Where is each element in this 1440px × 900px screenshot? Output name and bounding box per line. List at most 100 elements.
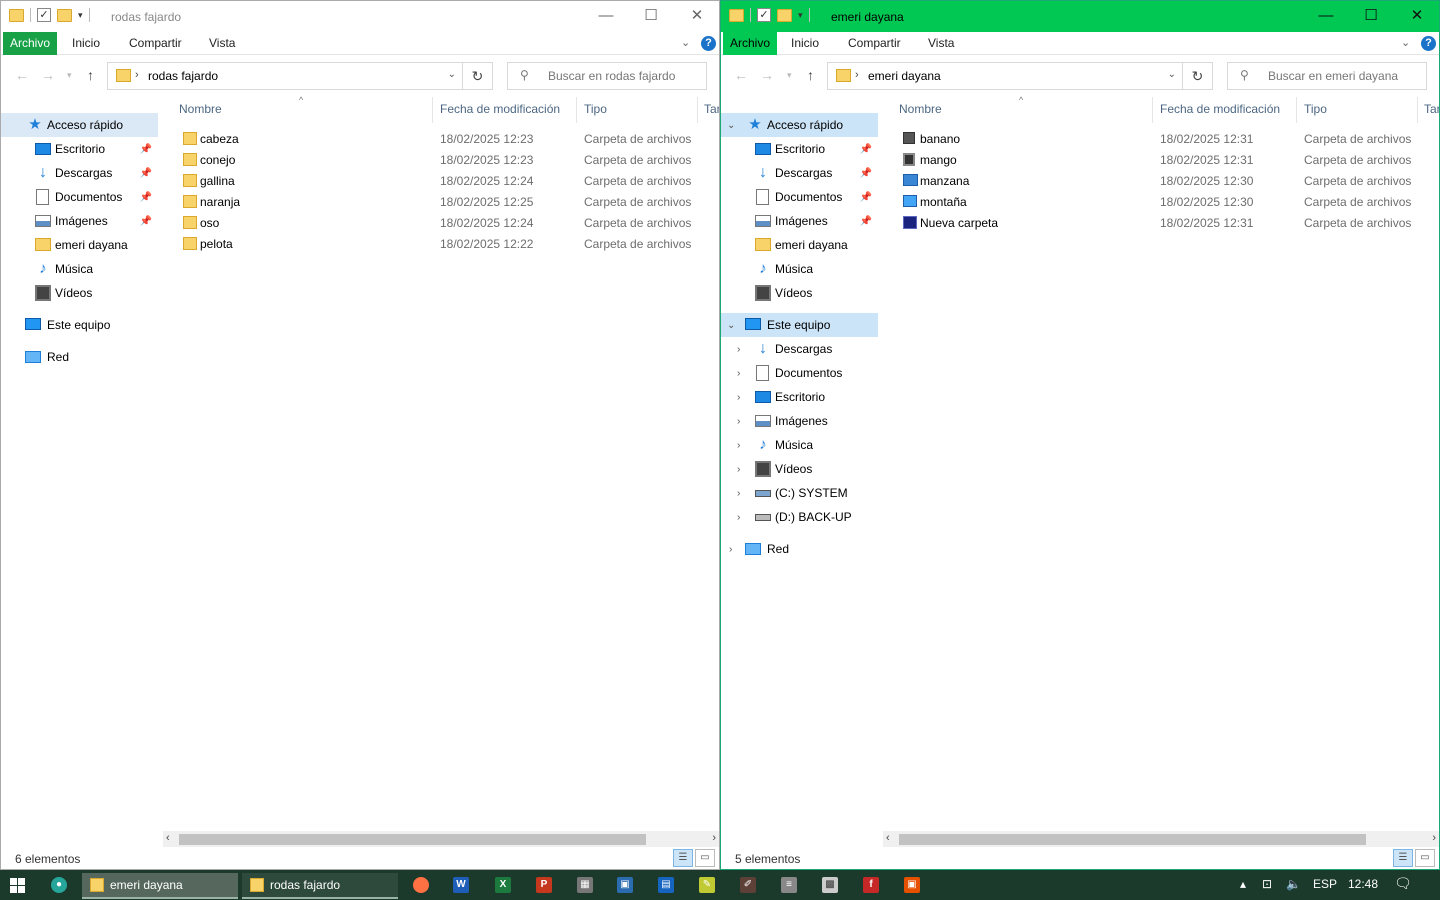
nav-item-videos[interactable]: Vídeos — [1, 281, 158, 305]
breadcrumb-path[interactable]: rodas fajardo — [148, 69, 218, 83]
nav-item-musica[interactable]: ♪ Música — [1, 257, 158, 281]
recent-locations-icon[interactable]: ▾ — [787, 70, 792, 81]
list-item[interactable]: mango 18/02/2025 12:31 Carpeta de archiv… — [899, 150, 1439, 171]
app-icon[interactable]: f — [863, 877, 879, 893]
nav-item-emeri-dayana[interactable]: emeri dayana — [1, 233, 158, 257]
notes-icon[interactable]: ✎ — [699, 877, 715, 893]
nav-item-escritorio[interactable]: Escritorio 📌 — [721, 137, 878, 161]
column-divider[interactable] — [1296, 97, 1297, 123]
word-icon[interactable]: W — [453, 877, 469, 893]
network-status-icon[interactable]: ⊡ — [1262, 877, 1272, 891]
nav-item-red[interactable]: › Red — [721, 537, 878, 561]
refresh-button[interactable]: ↻ — [1183, 62, 1213, 90]
customize-toolbar-icon[interactable]: ▾ — [78, 10, 83, 21]
explorer-window-rodas-fajardo[interactable]: ✓ ▾ rodas fajardo — ☐ ✕ Archivo Inicio C… — [0, 0, 720, 870]
nav-item-acceso-rapido[interactable]: ⌄ ★ Acceso rápido — [721, 113, 878, 137]
breadcrumb-chevron-icon[interactable]: › — [855, 69, 859, 81]
chevron-right-icon[interactable]: › — [737, 392, 740, 403]
chevron-right-icon[interactable]: › — [737, 488, 740, 499]
explorer-window-emeri-dayana[interactable]: ✓ ▾ emeri dayana — ☐ ✕ Archivo Inicio Co… — [720, 0, 1440, 870]
nav-item-drive-d[interactable]: › (D:) BACK-UP — [721, 505, 878, 529]
nav-item-drive-c[interactable]: › (C:) SYSTEM — [721, 481, 878, 505]
expand-ribbon-icon[interactable]: ⌄ — [1401, 36, 1410, 49]
expand-ribbon-icon[interactable]: ⌄ — [681, 36, 690, 49]
scroll-left-icon[interactable]: ‹ — [166, 832, 170, 844]
minimize-button[interactable]: — — [583, 1, 629, 32]
app-icon[interactable]: ▣ — [617, 877, 633, 893]
list-item[interactable]: oso 18/02/2025 12:24 Carpeta de archivos — [179, 213, 719, 234]
nav-item-pc-documentos[interactable]: › Documentos — [721, 361, 878, 385]
nav-item-documentos[interactable]: Documentos 📌 — [1, 185, 158, 209]
nav-item-videos[interactable]: Vídeos — [721, 281, 878, 305]
address-bar[interactable]: › emeri dayana ⌄ — [827, 62, 1183, 90]
column-header-tamano[interactable]: Tar — [704, 102, 719, 116]
powerpoint-icon[interactable]: P — [536, 877, 552, 893]
help-icon[interactable]: ? — [701, 36, 716, 51]
scroll-right-icon[interactable]: › — [1432, 832, 1436, 844]
properties-icon[interactable]: ✓ — [37, 8, 51, 22]
nav-item-pc-imagenes[interactable]: › Imágenes — [721, 409, 878, 433]
scroll-left-icon[interactable]: ‹ — [886, 832, 890, 844]
excel-icon[interactable]: X — [495, 877, 511, 893]
tab-inicio[interactable]: Inicio — [72, 32, 100, 55]
refresh-button[interactable]: ↻ — [463, 62, 493, 90]
chevron-right-icon[interactable]: › — [737, 440, 740, 451]
breadcrumb-chevron-icon[interactable]: › — [135, 69, 139, 81]
chevron-down-icon[interactable]: ⌄ — [448, 69, 456, 80]
nav-item-imagenes[interactable]: Imágenes 📌 — [721, 209, 878, 233]
chevron-right-icon[interactable]: › — [737, 368, 740, 379]
volume-icon[interactable]: 🔈 — [1286, 877, 1301, 891]
details-view-button[interactable]: ☰ — [673, 849, 693, 867]
nav-item-emeri-dayana[interactable]: emeri dayana — [721, 233, 878, 257]
nav-item-pc-videos[interactable]: › Vídeos — [721, 457, 878, 481]
list-item[interactable]: montaña 18/02/2025 12:30 Carpeta de arch… — [899, 192, 1439, 213]
firefox-icon[interactable] — [413, 877, 429, 893]
scrollbar-thumb[interactable] — [899, 834, 1366, 845]
app-icon[interactable]: ▩ — [822, 877, 838, 893]
title-bar[interactable]: ✓ ▾ emeri dayana — ☐ ✕ — [721, 1, 1439, 32]
column-header-fecha[interactable]: Fecha de modificación — [440, 102, 560, 116]
up-arrow-icon[interactable]: ↑ — [87, 67, 94, 83]
chevron-right-icon[interactable]: › — [737, 464, 740, 475]
nav-item-pc-escritorio[interactable]: › Escritorio — [721, 385, 878, 409]
list-item[interactable]: cabeza 18/02/2025 12:23 Carpeta de archi… — [179, 129, 719, 150]
paint-icon[interactable]: ✐ — [740, 877, 756, 893]
nav-item-pc-descargas[interactable]: › ↓ Descargas — [721, 337, 878, 361]
chevron-right-icon[interactable]: › — [737, 344, 740, 355]
list-item[interactable]: Nueva carpeta 18/02/2025 12:31 Carpeta d… — [899, 213, 1439, 234]
horizontal-scrollbar[interactable]: ‹ › — [163, 831, 719, 847]
column-header-fecha[interactable]: Fecha de modificación — [1160, 102, 1280, 116]
new-folder-icon[interactable] — [57, 8, 72, 22]
maximize-button[interactable]: ☐ — [628, 1, 674, 32]
column-divider[interactable] — [576, 97, 577, 123]
tab-inicio[interactable]: Inicio — [791, 32, 819, 55]
back-arrow-icon[interactable]: ← — [15, 67, 29, 83]
close-button[interactable]: ✕ — [674, 1, 719, 32]
list-item[interactable]: manzana 18/02/2025 12:30 Carpeta de arch… — [899, 171, 1439, 192]
nav-item-este-equipo[interactable]: Este equipo — [1, 313, 158, 337]
chevron-down-icon[interactable]: ⌄ — [727, 320, 735, 331]
nav-item-pc-musica[interactable]: › ♪ Música — [721, 433, 878, 457]
folder-icon[interactable] — [9, 8, 24, 22]
tab-compartir[interactable]: Compartir — [848, 32, 901, 55]
minimize-button[interactable]: — — [1303, 1, 1349, 32]
customize-toolbar-icon[interactable]: ▾ — [798, 10, 803, 21]
chevron-down-icon[interactable]: ⌄ — [727, 120, 735, 131]
column-header-tipo[interactable]: Tipo — [584, 102, 607, 116]
nav-item-documentos[interactable]: Documentos 📌 — [721, 185, 878, 209]
nav-item-imagenes[interactable]: Imágenes 📌 — [1, 209, 158, 233]
tab-compartir[interactable]: Compartir — [129, 32, 182, 55]
nav-item-acceso-rapido[interactable]: ★ Acceso rápido — [1, 113, 158, 137]
browser-icon[interactable]: ● — [51, 877, 67, 893]
column-divider[interactable] — [432, 97, 433, 123]
large-icons-view-button[interactable]: ▭ — [695, 849, 715, 867]
taskbar-app-rodas-fajardo[interactable]: rodas fajardo — [242, 873, 398, 899]
chevron-down-icon[interactable]: ⌄ — [1168, 69, 1176, 80]
close-button[interactable]: ✕ — [1394, 1, 1439, 32]
nav-item-este-equipo[interactable]: ⌄ Este equipo — [721, 313, 878, 337]
column-divider[interactable] — [697, 97, 698, 123]
app-icon[interactable]: ▤ — [658, 877, 674, 893]
start-button[interactable] — [10, 878, 26, 893]
title-bar[interactable]: ✓ ▾ rodas fajardo — ☐ ✕ — [1, 1, 719, 32]
horizontal-scrollbar[interactable]: ‹ › — [883, 831, 1439, 847]
